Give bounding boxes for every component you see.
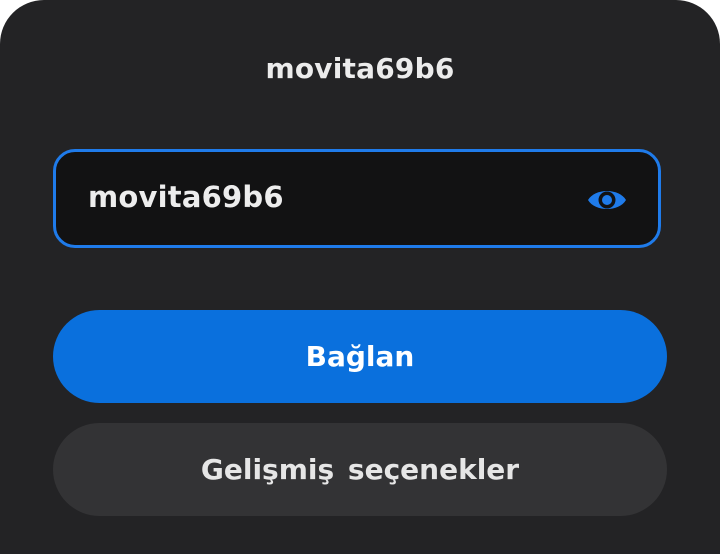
eye-icon[interactable]: [586, 184, 628, 216]
wifi-connect-dialog: movita69b6 movita69b6 Bağlan Gelişmiş se…: [0, 0, 720, 554]
connect-button[interactable]: Bağlan: [53, 310, 667, 403]
network-name-title: movita69b6: [265, 52, 455, 85]
advanced-options-button[interactable]: Gelişmiş seçenekler: [53, 423, 667, 516]
password-field[interactable]: movita69b6: [53, 149, 661, 248]
password-value[interactable]: movita69b6: [88, 180, 284, 214]
